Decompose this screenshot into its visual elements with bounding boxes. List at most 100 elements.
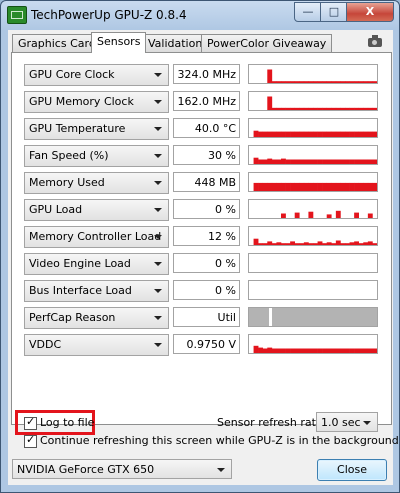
sensor-row: Memory Controller Load 12 % — [24, 226, 378, 248]
chevron-down-icon — [154, 154, 162, 158]
graph-bar — [281, 213, 286, 218]
graph-bar — [354, 81, 360, 83]
graph-bar — [299, 131, 305, 137]
graph-bar — [363, 159, 369, 164]
graph-bar — [322, 348, 328, 353]
sensor-graph — [248, 145, 378, 165]
sensor-row: Bus Interface Load 0 % — [24, 280, 378, 302]
minimize-button[interactable]: — — [294, 2, 322, 22]
graph-bar — [363, 107, 369, 110]
sensor-select[interactable]: PerfCap Reason — [24, 307, 169, 329]
graph-bar — [262, 348, 268, 353]
graph-bar — [313, 131, 318, 137]
sensor-select[interactable]: Bus Interface Load — [24, 280, 169, 302]
close-window-button[interactable]: X — [346, 2, 394, 22]
graph-bar — [313, 243, 318, 245]
graph-bar — [326, 131, 332, 137]
graph-bar — [267, 69, 273, 83]
sensor-label: Video Engine Load — [29, 257, 131, 270]
graph-bar — [308, 243, 314, 245]
close-button[interactable]: Close — [317, 459, 387, 481]
tab-validation[interactable]: Validation — [142, 34, 209, 52]
sensor-row: Video Engine Load 0 % — [24, 253, 378, 275]
sensor-graph-svg — [253, 182, 377, 191]
graph-bar — [290, 131, 296, 137]
sensor-select[interactable]: GPU Load — [24, 199, 169, 221]
graph-bar — [363, 81, 369, 83]
tab-powercolor-giveaway[interactable]: PowerColor Giveaway — [201, 34, 333, 52]
tab-graphics-card[interactable]: Graphics Card — [12, 34, 102, 52]
graph-bar — [326, 81, 332, 83]
graph-bar — [367, 131, 373, 137]
sensor-row: GPU Temperature 40.0 °C — [24, 118, 378, 140]
graph-bar — [372, 182, 377, 191]
sensor-select[interactable]: Memory Controller Load — [24, 226, 169, 248]
sensor-select[interactable]: VDDC — [24, 334, 169, 356]
graph-bar — [331, 81, 337, 83]
graph-bar — [349, 107, 355, 110]
graph-bar — [317, 131, 323, 137]
sensor-select[interactable]: Fan Speed (%) — [24, 145, 169, 167]
graph-bar — [281, 107, 286, 110]
graph-bar — [271, 81, 277, 83]
chevron-down-icon — [154, 181, 162, 185]
graph-bar — [345, 348, 350, 353]
graph-bar — [317, 241, 323, 245]
gpu-select[interactable]: NVIDIA GeForce GTX 650 — [12, 459, 232, 479]
sensor-graph — [248, 307, 378, 327]
sensor-select[interactable]: Video Engine Load — [24, 253, 169, 275]
graph-bar — [349, 81, 355, 83]
graph-bar — [271, 131, 277, 137]
graph-bar — [258, 131, 264, 137]
sensor-graph-svg — [249, 308, 377, 326]
graph-bar — [317, 107, 323, 110]
perfcap-bar — [272, 308, 377, 326]
title-bar[interactable]: TechPowerUp GPU-Z 0.8.4 — □ X — [1, 1, 399, 29]
sensor-select[interactable]: GPU Temperature — [24, 118, 169, 140]
camera-icon[interactable] — [368, 35, 382, 47]
sensor-graph-svg — [253, 238, 377, 245]
sensor-value: 40.0 °C — [173, 118, 240, 138]
graph-bar — [335, 159, 341, 164]
continue-refresh-checkbox[interactable]: ✓ — [24, 434, 37, 448]
graph-bar — [331, 131, 337, 137]
graph-bar — [372, 107, 377, 110]
chevron-down-icon — [217, 468, 225, 472]
graph-bar — [354, 131, 360, 137]
graph-bar — [326, 242, 332, 245]
tab-sensors[interactable]: Sensors — [91, 32, 147, 53]
graph-bar — [258, 243, 264, 245]
log-to-file-checkbox[interactable]: ✓ — [24, 416, 37, 430]
graph-bar — [303, 159, 309, 164]
sensor-select[interactable]: GPU Memory Clock — [24, 91, 169, 113]
refresh-rate-select[interactable]: 1.0 sec — [316, 412, 378, 432]
graph-bar — [331, 159, 337, 164]
graph-bar — [267, 131, 273, 137]
graph-bar — [340, 243, 346, 245]
graph-bar — [303, 348, 309, 353]
sensor-value: 0 % — [173, 199, 240, 219]
maximize-button[interactable]: □ — [320, 2, 348, 22]
graph-bar — [285, 182, 291, 191]
graph-bar — [345, 159, 350, 164]
graph-bar — [349, 182, 355, 191]
graph-bar — [308, 131, 314, 137]
graph-bar — [267, 241, 273, 245]
graph-bar — [308, 348, 314, 353]
sensor-value: 30 % — [173, 145, 240, 165]
graph-bar — [340, 107, 346, 110]
graph-bar — [271, 182, 277, 191]
chevron-down-icon — [154, 208, 162, 212]
graph-bar — [271, 348, 277, 353]
graph-bar — [326, 348, 332, 353]
sensor-select[interactable]: GPU Core Clock — [24, 64, 169, 86]
graph-bar — [294, 212, 300, 218]
graph-bar — [322, 243, 328, 245]
sensor-value: Util — [173, 307, 240, 327]
graph-bar — [299, 182, 305, 191]
sensor-label: VDDC — [29, 338, 62, 351]
sensor-select[interactable]: Memory Used — [24, 172, 169, 194]
graph-bar — [290, 182, 296, 191]
sensor-graph — [248, 334, 378, 354]
graph-bar — [253, 238, 259, 245]
